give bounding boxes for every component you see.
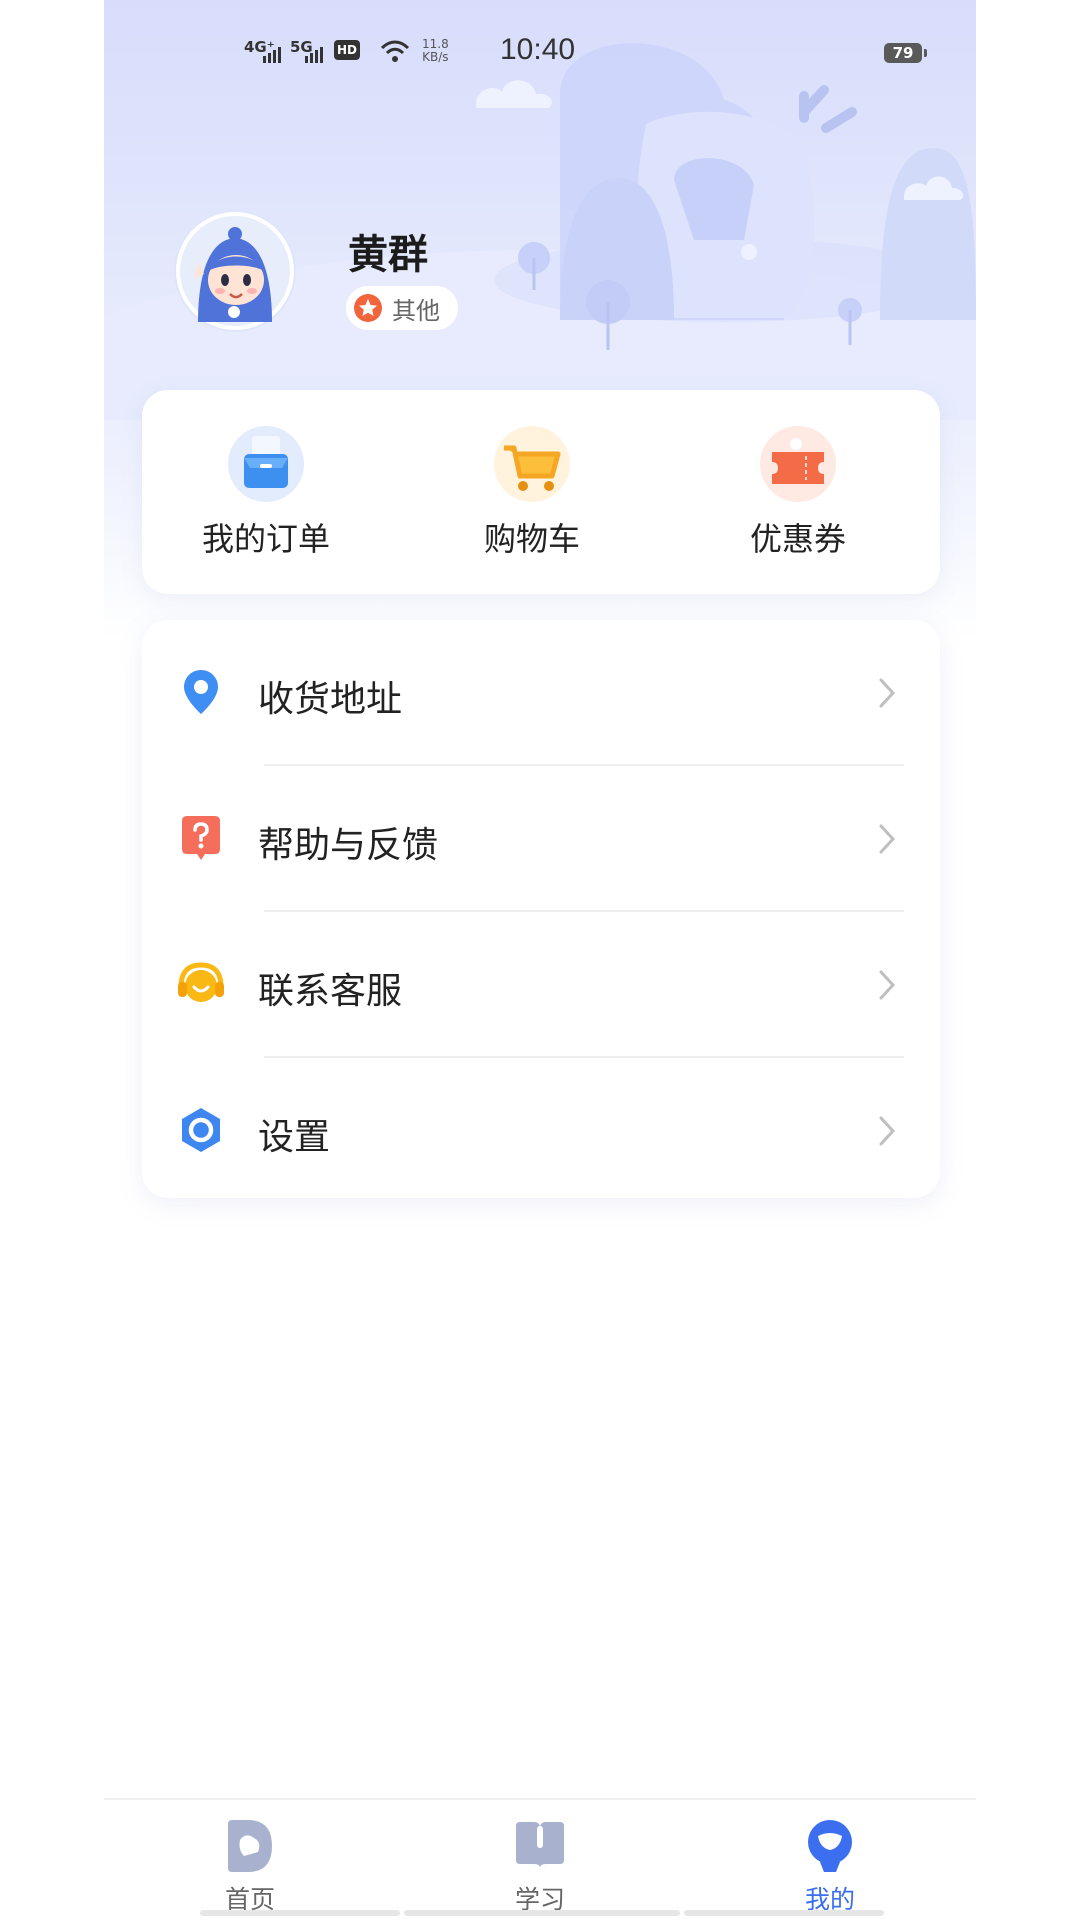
star-badge-icon bbox=[354, 294, 382, 322]
profile-icon bbox=[808, 1820, 852, 1872]
help-question-icon bbox=[182, 816, 220, 860]
coupon-ticket-icon bbox=[760, 426, 836, 502]
tab-indicator-segment bbox=[200, 1910, 400, 1916]
status-bar: 4G⁺ 5G HD 11.8 KB/s 10:40 79 bbox=[104, 0, 976, 106]
chevron-right-icon bbox=[879, 678, 896, 708]
order-folder-icon bbox=[228, 426, 304, 502]
location-pin-icon bbox=[184, 670, 218, 714]
menu-label-contact-support: 联系客服 bbox=[258, 971, 403, 1012]
speed-unit: KB/s bbox=[422, 50, 449, 64]
tab-indicator-segment bbox=[404, 1910, 680, 1916]
user-tag-label: 其他 bbox=[392, 296, 440, 325]
shopping-cart-icon bbox=[494, 426, 570, 502]
menu-item-help-feedback[interactable]: 帮助与反馈 bbox=[142, 766, 940, 912]
quick-actions-card: 我的订单 购物车 优惠券 bbox=[142, 390, 940, 594]
coupons-label: 优惠券 bbox=[749, 520, 846, 558]
chevron-right-icon bbox=[879, 970, 896, 1000]
coupons-button[interactable]: 优惠券 bbox=[698, 424, 898, 574]
shopping-cart-button[interactable]: 购物车 bbox=[432, 424, 632, 574]
book-icon bbox=[516, 1822, 564, 1868]
shopping-cart-label: 购物车 bbox=[483, 520, 580, 558]
menu-label-settings: 设置 bbox=[258, 1117, 331, 1158]
clock: 10:40 bbox=[500, 33, 576, 66]
tab-home[interactable]: 首页 bbox=[150, 1800, 350, 1920]
menu-label-shipping-address: 收货地址 bbox=[258, 679, 403, 720]
battery-indicator: 79 bbox=[884, 43, 927, 63]
bottom-tab-bar: 首页 学习 我的 bbox=[104, 1798, 976, 1920]
chevron-right-icon bbox=[879, 824, 896, 854]
menu-item-contact-support[interactable]: 联系客服 bbox=[142, 912, 940, 1058]
hd-voice-icon: HD bbox=[334, 40, 360, 60]
tab-study[interactable]: 学习 bbox=[440, 1800, 640, 1920]
settings-gear-icon bbox=[182, 1108, 220, 1152]
menu-item-settings[interactable]: 设置 bbox=[142, 1058, 940, 1204]
wifi-icon bbox=[380, 40, 410, 62]
settings-menu-card: 收货地址 帮助与反馈 联系客服 设置 bbox=[142, 620, 940, 1198]
user-tag-badge: 其他 bbox=[346, 286, 458, 330]
my-orders-label: 我的订单 bbox=[201, 520, 330, 558]
my-orders-button[interactable]: 我的订单 bbox=[166, 424, 366, 574]
headset-icon bbox=[178, 962, 224, 1002]
avatar[interactable] bbox=[176, 212, 294, 330]
chevron-right-icon bbox=[879, 1116, 896, 1146]
tab-mine[interactable]: 我的 bbox=[730, 1800, 930, 1920]
network-speed: 11.8 KB/s bbox=[422, 38, 449, 64]
mascot-avatar-icon bbox=[180, 216, 290, 326]
home-icon bbox=[228, 1820, 272, 1872]
user-name: 黄群 bbox=[348, 232, 428, 278]
tab-indicator-segment bbox=[684, 1910, 884, 1916]
menu-item-shipping-address[interactable]: 收货地址 bbox=[142, 620, 940, 766]
app-screen: 4G⁺ 5G HD 11.8 KB/s 10:40 79 黄群 其他 我的订单 … bbox=[104, 0, 976, 1920]
menu-label-help-feedback: 帮助与反馈 bbox=[258, 825, 439, 866]
